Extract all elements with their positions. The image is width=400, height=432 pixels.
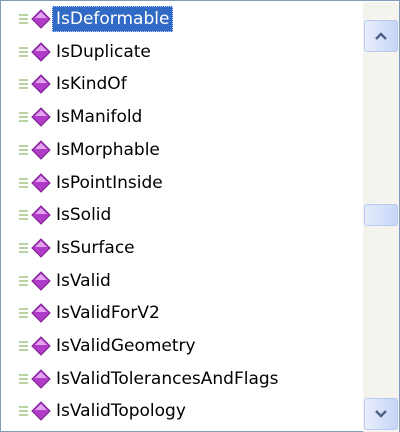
list-item[interactable]: IsDuplicate <box>3 36 363 68</box>
method-icon <box>19 400 55 422</box>
method-icon <box>19 368 55 390</box>
method-icon <box>19 302 55 324</box>
list-item[interactable]: IsManifold <box>3 101 363 133</box>
list-item[interactable]: IsValidForV2 <box>3 297 363 329</box>
method-icon <box>19 204 55 226</box>
autocomplete-listbox: IsDeformable IsDuplicate IsKindOf IsManifol… <box>0 0 400 432</box>
chevron-up-icon <box>375 32 387 40</box>
list-item-label: IsSolid <box>56 205 112 225</box>
chevron-down-icon <box>375 410 387 418</box>
method-icon <box>19 237 55 259</box>
member-list: IsDeformable IsDuplicate IsKindOf IsManifol… <box>3 3 363 429</box>
list-item-label: IsValidTopology <box>56 401 186 421</box>
list-item-label: IsPointInside <box>56 173 163 193</box>
list-item[interactable]: IsPointInside <box>3 167 363 199</box>
vertical-scrollbar[interactable] <box>363 2 399 432</box>
list-item-label: IsValid <box>56 271 111 291</box>
method-icon <box>19 335 55 357</box>
scroll-up-button[interactable] <box>364 20 398 52</box>
list-item[interactable]: IsSolid <box>3 199 363 231</box>
list-item[interactable]: IsDeformable <box>3 3 363 35</box>
list-item-label: IsValidTolerancesAndFlags <box>56 369 279 389</box>
method-icon <box>19 270 55 292</box>
list-item-label: IsValidGeometry <box>56 336 196 356</box>
list-item-label: IsSurface <box>56 238 135 258</box>
method-icon <box>19 41 55 63</box>
method-icon <box>19 106 55 128</box>
list-item-label: IsDeformable <box>52 6 174 32</box>
method-icon <box>19 73 55 95</box>
scrollbar-thumb[interactable] <box>364 204 398 226</box>
method-icon <box>19 8 55 30</box>
list-item[interactable]: IsKindOf <box>3 68 363 100</box>
list-item-label: IsValidForV2 <box>56 303 160 323</box>
list-item[interactable]: IsMorphable <box>3 134 363 166</box>
list-item[interactable]: IsValidGeometry <box>3 330 363 362</box>
method-icon <box>19 139 55 161</box>
list-item-label: IsManifold <box>56 107 143 127</box>
list-item[interactable]: IsValidTopology <box>3 395 363 427</box>
list-item-label: IsKindOf <box>56 74 127 94</box>
list-item-label: IsDuplicate <box>56 42 151 62</box>
list-item[interactable]: IsSurface <box>3 232 363 264</box>
method-icon <box>19 172 55 194</box>
list-item-label: IsMorphable <box>56 140 160 160</box>
scroll-down-button[interactable] <box>364 398 398 430</box>
list-item[interactable]: IsValidTolerancesAndFlags <box>3 363 363 395</box>
list-item[interactable]: IsValid <box>3 265 363 297</box>
